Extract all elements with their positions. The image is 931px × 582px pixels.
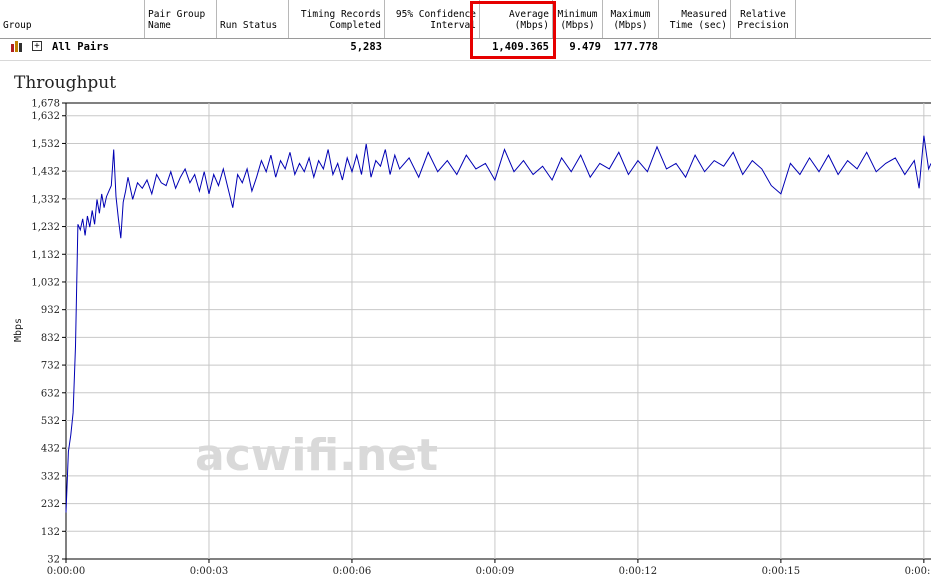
y-tick-label: 1,232 (31, 222, 60, 233)
y-axis-label: Mbps (13, 318, 24, 342)
y-tick-label: 1,332 (31, 194, 60, 205)
y-axis-ticks: 32 132 232 332 432 532 632 732 832 932 1,032 1,132 1… (31, 99, 66, 566)
y-tick-label: 632 (41, 388, 60, 399)
y-tick-label: 1,432 (31, 167, 60, 178)
y-tick-label: 932 (41, 305, 60, 316)
y-tick-label: 1,532 (31, 139, 60, 150)
x-tick-label: 0:00:12 (619, 566, 658, 577)
watermark: acwifi.net (195, 430, 438, 481)
throughput-chart: 32 132 232 332 432 532 632 732 832 932 1,032 1,132 1… (13, 99, 931, 577)
x-tick-label: 0:00:00 (47, 566, 86, 577)
y-tick-label: 1,678 (31, 99, 60, 110)
y-tick-label: 332 (41, 471, 60, 482)
y-tick-label: 432 (41, 444, 60, 455)
x-tick-label: 0:00:15 (762, 566, 801, 577)
y-tick-label: 532 (41, 416, 60, 427)
y-tick-label: 832 (41, 333, 60, 344)
x-tick-label: 0:00:06 (333, 566, 372, 577)
y-tick-label: 1,132 (31, 250, 60, 261)
x-tick-label: 0:00:09 (476, 566, 515, 577)
y-tick-label: 32 (47, 555, 60, 566)
y-tick-label: 132 (41, 527, 60, 538)
y-tick-label: 1,032 (31, 277, 60, 288)
y-tick-label: 1,632 (31, 111, 60, 122)
x-axis-ticks: 0:00:00 0:00:03 0:00:06 0:00:09 0:00:12 0:00:… (47, 559, 931, 577)
y-tick-label: 232 (41, 499, 60, 510)
x-tick-label: 0:00:18 (905, 566, 931, 577)
x-tick-label: 0:00:03 (190, 566, 229, 577)
y-tick-label: 732 (41, 361, 60, 372)
